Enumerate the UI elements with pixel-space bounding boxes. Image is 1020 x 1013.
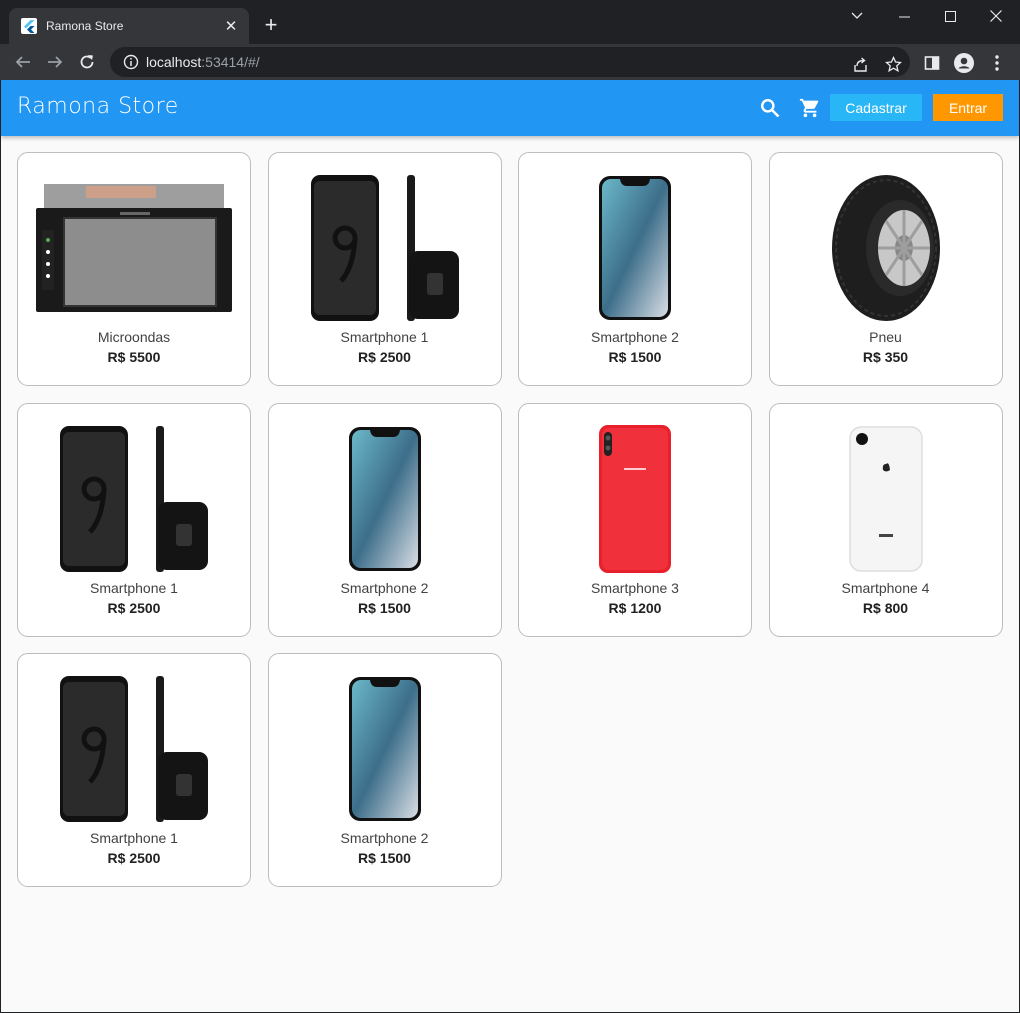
bookmark-star-icon[interactable]: [883, 54, 903, 74]
product-grid: Microondas R$ 5500 Smartphone 1 R$ 2500 Sm…: [17, 152, 1003, 887]
site-info-icon[interactable]: [116, 54, 146, 70]
search-icon[interactable]: [758, 96, 782, 120]
product-card[interactable]: Microondas R$ 5500: [17, 152, 251, 386]
app-viewport: Ramona Store Cadastrar Entrar Microondas…: [1, 80, 1019, 1012]
product-card[interactable]: Pneu R$ 350: [768, 152, 1003, 386]
menu-dots-icon[interactable]: [986, 52, 1008, 74]
product-price: R$ 5500: [107, 349, 161, 365]
product-card[interactable]: Smartphone 2 R$ 1500: [267, 402, 502, 637]
product-name: Smartphone 1: [340, 329, 429, 345]
product-image: [269, 173, 501, 323]
maximize-icon[interactable]: [927, 4, 973, 28]
browser-tab[interactable]: Ramona Store ✕: [9, 8, 249, 44]
app-bar: Ramona Store Cadastrar Entrar: [1, 80, 1019, 136]
product-price: R$ 2500: [107, 850, 161, 866]
product-price: R$ 800: [862, 599, 909, 616]
share-icon[interactable]: [850, 54, 870, 74]
brand-title: Ramona Store: [17, 94, 179, 119]
url-path: :53414/#/: [201, 54, 260, 70]
product-card[interactable]: Smartphone 4 R$ 800: [768, 402, 1003, 637]
product-price: R$ 1500: [608, 349, 662, 365]
product-name: Smartphone 1: [90, 830, 178, 846]
product-name: Smartphone 2: [591, 329, 679, 345]
notch-phone-image: [348, 677, 421, 821]
product-card[interactable]: Smartphone 1 R$ 2500: [17, 653, 251, 887]
white-phone-image: [848, 425, 923, 572]
product-price: R$ 1200: [608, 599, 662, 616]
tab-title: Ramona Store: [46, 19, 124, 33]
browser-toolbar: localhost:53414/#/: [0, 44, 1020, 80]
notch-phone-image: [348, 426, 421, 571]
side-panel-icon[interactable]: [921, 52, 943, 74]
close-window-icon[interactable]: [973, 4, 1019, 28]
product-card[interactable]: Smartphone 1 R$ 2500: [17, 402, 251, 637]
product-image: [269, 424, 501, 574]
black-phone-image: [60, 425, 208, 572]
product-image: [18, 424, 250, 574]
back-icon[interactable]: [9, 48, 37, 76]
login-button[interactable]: Entrar: [933, 94, 1003, 121]
tire-image: [831, 175, 940, 321]
cart-icon[interactable]: [798, 96, 822, 120]
browser-titlebar: Ramona Store ✕ +: [0, 0, 1020, 44]
tab-search-icon[interactable]: [834, 4, 880, 28]
product-name: Smartphone 3: [591, 579, 679, 596]
product-name: Pneu: [869, 329, 902, 345]
black-phone-image: [310, 175, 459, 321]
product-price: R$ 1500: [358, 599, 411, 616]
new-tab-icon[interactable]: +: [259, 12, 283, 37]
product-price: R$ 2500: [358, 349, 411, 365]
black-phone-image: [60, 676, 208, 822]
url-text: localhost:53414/#/: [146, 54, 260, 70]
url-host: localhost: [146, 54, 202, 70]
product-card[interactable]: Smartphone 3 R$ 1200: [518, 402, 752, 637]
product-name: Microondas: [97, 329, 171, 345]
address-bar[interactable]: localhost:53414/#/: [110, 47, 910, 77]
red-phone-image: [599, 424, 671, 573]
product-image: [519, 424, 751, 574]
product-card[interactable]: Smartphone 2 R$ 1500: [518, 152, 752, 386]
product-price: R$ 350: [862, 349, 909, 365]
product-name: Smartphone 2: [340, 830, 429, 846]
product-price: R$ 1500: [358, 850, 411, 866]
forward-icon[interactable]: [41, 48, 69, 76]
product-name: Smartphone 4: [841, 579, 930, 596]
tab-close-icon[interactable]: ✕: [219, 14, 243, 38]
car-stereo-image: [36, 184, 232, 312]
flutter-icon: [21, 18, 37, 34]
product-name: Smartphone 2: [340, 579, 429, 596]
product-card[interactable]: Smartphone 2 R$ 1500: [267, 653, 502, 887]
product-image: [18, 173, 250, 323]
profile-icon[interactable]: [953, 52, 975, 74]
product-card[interactable]: Smartphone 1 R$ 2500: [267, 152, 502, 386]
product-image: [18, 674, 250, 824]
reload-icon[interactable]: [73, 48, 101, 76]
product-image: [770, 173, 1002, 323]
minimize-icon[interactable]: [881, 4, 927, 28]
product-image: [519, 173, 751, 323]
product-name: Smartphone 1: [90, 579, 178, 596]
product-price: R$ 2500: [107, 599, 161, 616]
notch-phone-image: [599, 176, 671, 320]
register-button[interactable]: Cadastrar: [830, 94, 922, 121]
product-image: [770, 424, 1002, 574]
product-image: [269, 674, 501, 824]
